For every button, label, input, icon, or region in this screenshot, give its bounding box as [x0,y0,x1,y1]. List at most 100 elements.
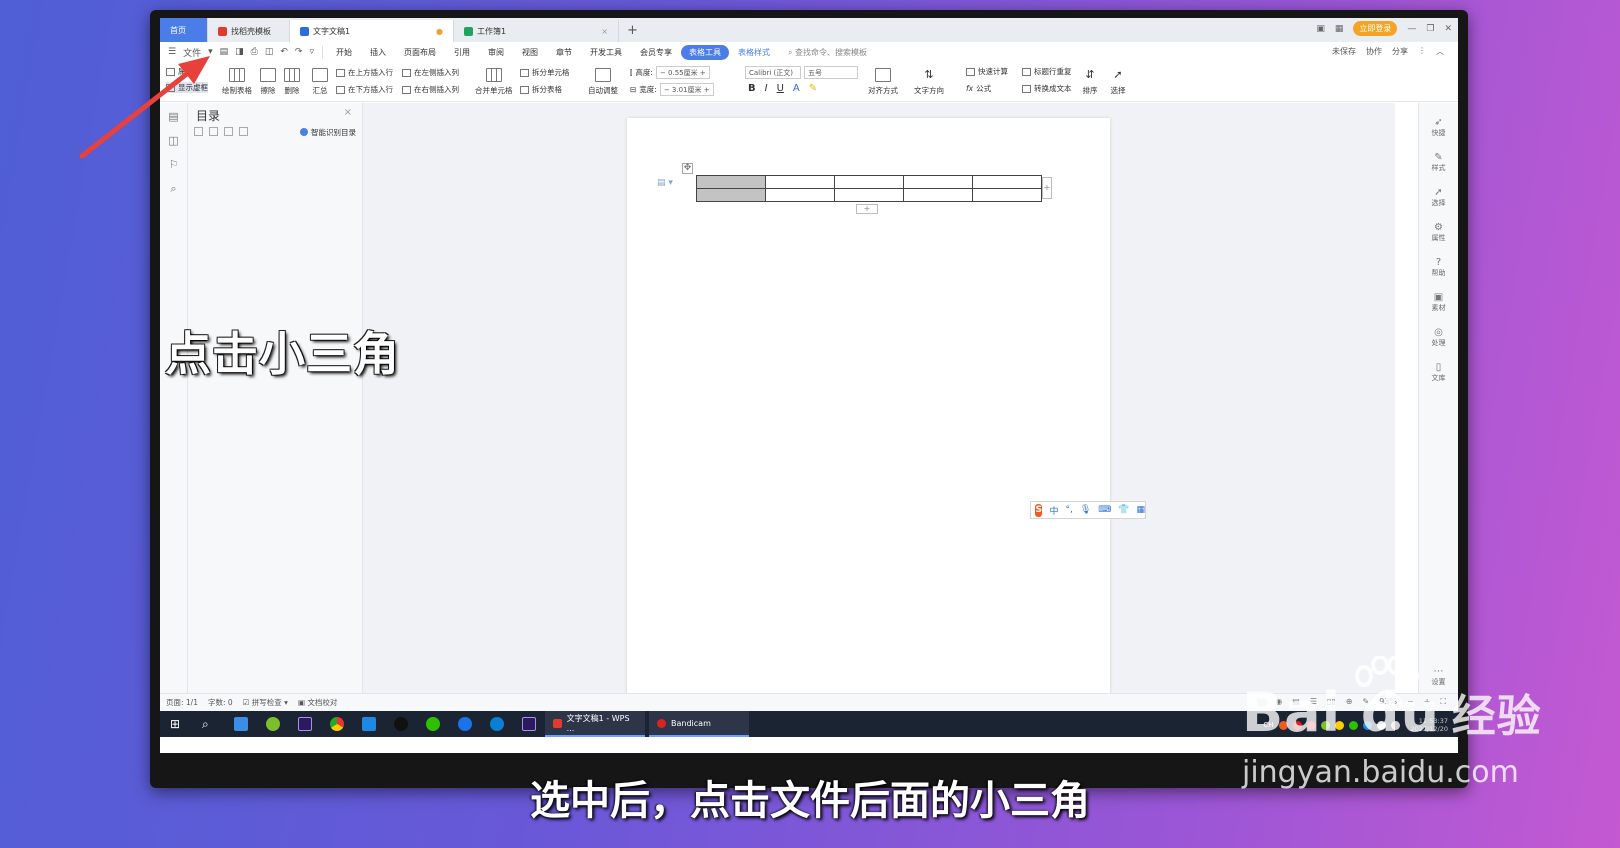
italic-icon[interactable]: I [765,83,768,94]
page-count[interactable]: 页面: 1/1 [166,697,198,708]
undo-icon[interactable]: ↶ [280,47,288,57]
insert-below-button[interactable]: 在下方插入行 [336,84,393,95]
font-family-select[interactable]: Calibri (正文) [745,66,801,79]
preview-icon[interactable]: ◫ [265,47,274,57]
microphone-icon[interactable]: 🎙 [1080,505,1091,515]
table-cell[interactable] [903,188,973,202]
row-height-input[interactable]: − 0.55厘米 + [655,66,710,79]
insert-above-button[interactable]: 在上方插入行 [336,67,393,78]
more-icon[interactable]: ⋮ [1418,46,1426,57]
search-taskbar-icon[interactable]: ⌕ [202,717,216,731]
highlight-icon[interactable]: ✎ [809,83,817,94]
document-table[interactable] [696,175,1042,202]
menu-member[interactable]: 会员专享 [631,47,681,58]
paragraph-marker-icon[interactable]: ▤ ▾ [657,178,673,188]
underline-icon[interactable]: U [777,83,784,94]
table-move-handle-icon[interactable]: ✥ [682,163,693,174]
ime-mode[interactable]: 中 [1049,504,1058,517]
tab-document[interactable]: 文字文稿1 ● [290,20,454,42]
unsaved-status[interactable]: 未保存 [1332,46,1356,57]
font-size-select[interactable]: 五号 [804,66,858,79]
apps-icon[interactable]: ▦ [1335,24,1344,34]
tab-home[interactable]: 首页 [160,18,208,42]
layout-icon[interactable]: ▣ [1316,24,1325,34]
delete-button[interactable]: 删除 [284,68,300,96]
table-cell[interactable] [972,175,1042,189]
spell-check[interactable]: ☑ 拼写检查 ▾ [243,697,288,708]
rp-help[interactable]: ? 帮助 [1419,257,1458,278]
split-table-button[interactable]: 拆分表格 [520,84,562,95]
menu-reference[interactable]: 引用 [445,47,479,58]
ime-tools-icon[interactable]: ▦ [1136,505,1145,515]
close-tab-icon[interactable]: × [601,27,608,36]
collaborate-button[interactable]: 协作 [1366,46,1382,57]
qq-icon[interactable] [394,717,408,731]
menu-section[interactable]: 章节 [547,47,581,58]
menu-table-style[interactable]: 表格样式 [729,47,779,58]
wechat-icon[interactable] [426,717,440,731]
premiere-icon[interactable] [298,717,312,731]
autofit-button[interactable]: 自动调整 [588,68,618,96]
table-cell-selected[interactable] [696,175,766,189]
menu-layout[interactable]: 页面布局 [395,47,445,58]
table-cell-selected[interactable] [696,188,766,202]
add-row-icon[interactable]: + [856,204,878,214]
sort-button[interactable]: ⇵ 排序 [1082,68,1098,96]
skin-icon[interactable]: 👕 [1118,505,1129,515]
rp-quick[interactable]: ➶ 快捷 [1419,117,1458,138]
title-repeat-button[interactable]: 标题行重复 [1022,66,1072,77]
rp-props[interactable]: ⚙ 属性 [1419,222,1458,243]
restore-icon[interactable]: ❐ [1426,24,1434,34]
redo-icon[interactable]: ↷ [295,47,303,57]
table-cell[interactable] [765,188,835,202]
to-text-button[interactable]: 转换成文本 [1022,83,1072,94]
menu-start[interactable]: 开始 [327,47,361,58]
toc-close-icon[interactable]: × [344,107,352,118]
new-tab-icon[interactable]: + [619,23,646,38]
find-icon[interactable]: ⌕ [167,182,181,196]
menu-view[interactable]: 视图 [513,47,547,58]
rp-style[interactable]: ✎ 样式 [1419,152,1458,173]
rp-process[interactable]: ◎ 处理 [1419,327,1458,348]
rp-material[interactable]: ▣ 素材 [1419,292,1458,313]
table-cell[interactable] [834,188,904,202]
photos-icon[interactable] [234,717,248,731]
insert-right-button[interactable]: 在右侧插入列 [402,84,459,95]
rp-library[interactable]: ▯ 文库 [1419,362,1458,383]
align-button[interactable]: 对齐方式 [868,68,898,96]
premiere-icon-2[interactable] [522,717,536,731]
minimize-icon[interactable]: — [1407,24,1416,34]
ime-punct[interactable]: °, [1065,505,1072,515]
windows-start-icon[interactable]: ⊞ [170,717,184,731]
font-color-icon[interactable]: A [793,83,800,94]
chrome-icon[interactable] [330,717,344,731]
close-window-icon[interactable]: ✕ [1444,24,1452,34]
rp-select[interactable]: ➚ 选择 [1419,187,1458,208]
menu-table-tools[interactable]: 表格工具 [681,44,729,60]
erase-button[interactable]: 擦除 [260,68,276,96]
app-green-icon[interactable] [266,717,280,731]
table-cell[interactable] [903,175,973,189]
tab-daoke[interactable]: 找稻壳模板 [208,20,290,42]
command-search[interactable]: ⌕ 查找命令、搜索模板 [779,47,876,58]
login-button[interactable]: 立即登录 [1353,21,1398,36]
menu-review[interactable]: 审阅 [479,47,513,58]
col-width-input[interactable]: − 3.01厘米 + [659,83,714,96]
bold-icon[interactable]: B [748,83,756,94]
insert-left-button[interactable]: 在左侧插入列 [402,67,459,78]
taskbar-bandicam[interactable]: Bandicam [649,711,749,737]
document-page[interactable]: ✥ ▤ ▾ + + [627,118,1110,698]
edge-icon[interactable] [490,717,504,731]
quick-calc-button[interactable]: 快速计算 [966,66,1008,77]
smart-toc-button[interactable]: 智能识别目录 [300,127,356,138]
doc-proof[interactable]: ▣ 文档校对 [298,697,337,708]
collapse-ribbon-icon[interactable]: ︿ [1436,46,1444,57]
share-button[interactable]: 分享 [1392,46,1408,57]
taskbar-wps[interactable]: 文字文稿1 - WPS ... [545,711,645,737]
menu-devtools[interactable]: 开发工具 [581,47,631,58]
ie-icon[interactable] [458,717,472,731]
table-cell[interactable] [972,188,1042,202]
formula-button[interactable]: fx 公式 [966,83,991,94]
print-icon[interactable]: ⎙ [251,47,258,57]
split-cell-button[interactable]: 拆分单元格 [520,67,570,78]
